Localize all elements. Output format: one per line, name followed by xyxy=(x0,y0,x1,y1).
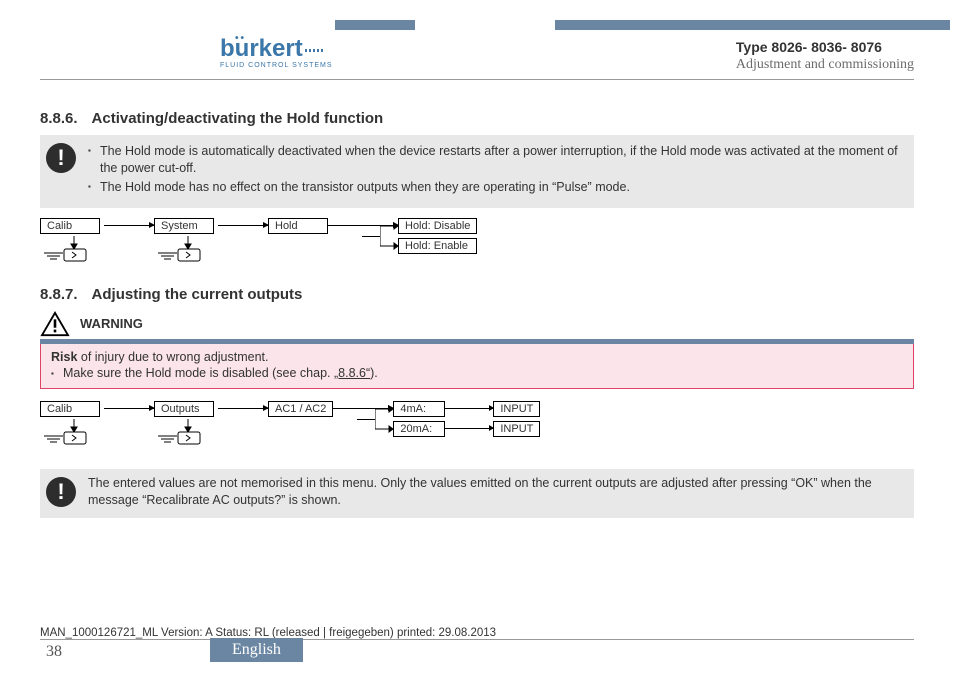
warning-triangle-icon xyxy=(40,311,70,337)
menu-chain-hold: Calib System xyxy=(40,218,914,266)
brand-tagline: FLUID CONTROL SYSTEMS xyxy=(220,62,333,69)
chain-node: Hold xyxy=(268,218,328,234)
exclamation-icon: ! xyxy=(46,143,76,173)
page-footer: MAN_1000126721_ML Version: A Status: RL … xyxy=(40,627,914,663)
doc-type-line: Type 8026- 8036- 8076 xyxy=(736,39,914,55)
doc-subtitle: Adjustment and commissioning xyxy=(736,57,914,73)
chain-branch: 4mA: INPUT 20mA: INPUT xyxy=(393,401,540,437)
section-heading-887: 8.8.7.Adjusting the current outputs xyxy=(40,286,914,303)
header-accent-bar xyxy=(335,20,415,30)
chain-node-input: INPUT xyxy=(493,401,540,417)
warning-block: WARNING Risk of injury due to wrong adju… xyxy=(40,311,914,389)
exclamation-icon: ! xyxy=(46,477,76,507)
notice-text: The entered values are not memorised in … xyxy=(88,475,904,509)
chain-node-input: INPUT xyxy=(493,421,540,437)
menu-chain-outputs: Calib Outputs xyxy=(40,401,914,449)
page-number: 38 xyxy=(46,643,62,661)
brand-logo: •• burkert FLUID CONTROL SYSTEMS xyxy=(220,38,333,69)
chain-node: AC1 / AC2 xyxy=(268,401,333,417)
notice-item: The Hold mode is automatically deactivat… xyxy=(88,143,904,177)
notice-item: The Hold mode has no effect on the trans… xyxy=(88,179,904,196)
chain-node: 4mA: xyxy=(393,401,445,417)
page-header: •• burkert FLUID CONTROL SYSTEMS Type 80… xyxy=(40,20,914,80)
menu-button-icon xyxy=(44,419,104,449)
branch-connector-icon xyxy=(380,218,398,254)
brand-text: burkert xyxy=(220,35,303,62)
chain-node: Hold: Disable xyxy=(398,218,477,234)
chain-node: Outputs xyxy=(154,401,214,417)
menu-button-icon xyxy=(158,236,218,266)
notice-box: ! The Hold mode is automatically deactiv… xyxy=(40,135,914,208)
chain-branch: Hold: Disable Hold: Enable xyxy=(398,218,477,254)
header-accent-bar xyxy=(555,20,950,30)
notice-box: ! The entered values are not memorised i… xyxy=(40,469,914,519)
footer-meta: MAN_1000126721_ML Version: A Status: RL … xyxy=(40,627,914,639)
cross-reference-link[interactable]: „8.8.6“ xyxy=(334,366,370,380)
menu-button-icon xyxy=(158,419,218,449)
branch-connector-icon xyxy=(375,401,393,441)
menu-button-icon xyxy=(44,236,104,266)
chain-node: System xyxy=(154,218,214,234)
warning-label: WARNING xyxy=(80,316,143,331)
chain-node: Calib xyxy=(40,401,100,417)
chain-node: Calib xyxy=(40,218,100,234)
section-heading-886: 8.8.6.Activating/deactivating the Hold f… xyxy=(40,110,914,127)
language-badge: English xyxy=(210,638,303,662)
warning-line: Make sure the Hold mode is disabled (see… xyxy=(51,366,903,380)
chain-node: 20mA: xyxy=(393,421,445,437)
chain-node: Hold: Enable xyxy=(398,238,477,254)
